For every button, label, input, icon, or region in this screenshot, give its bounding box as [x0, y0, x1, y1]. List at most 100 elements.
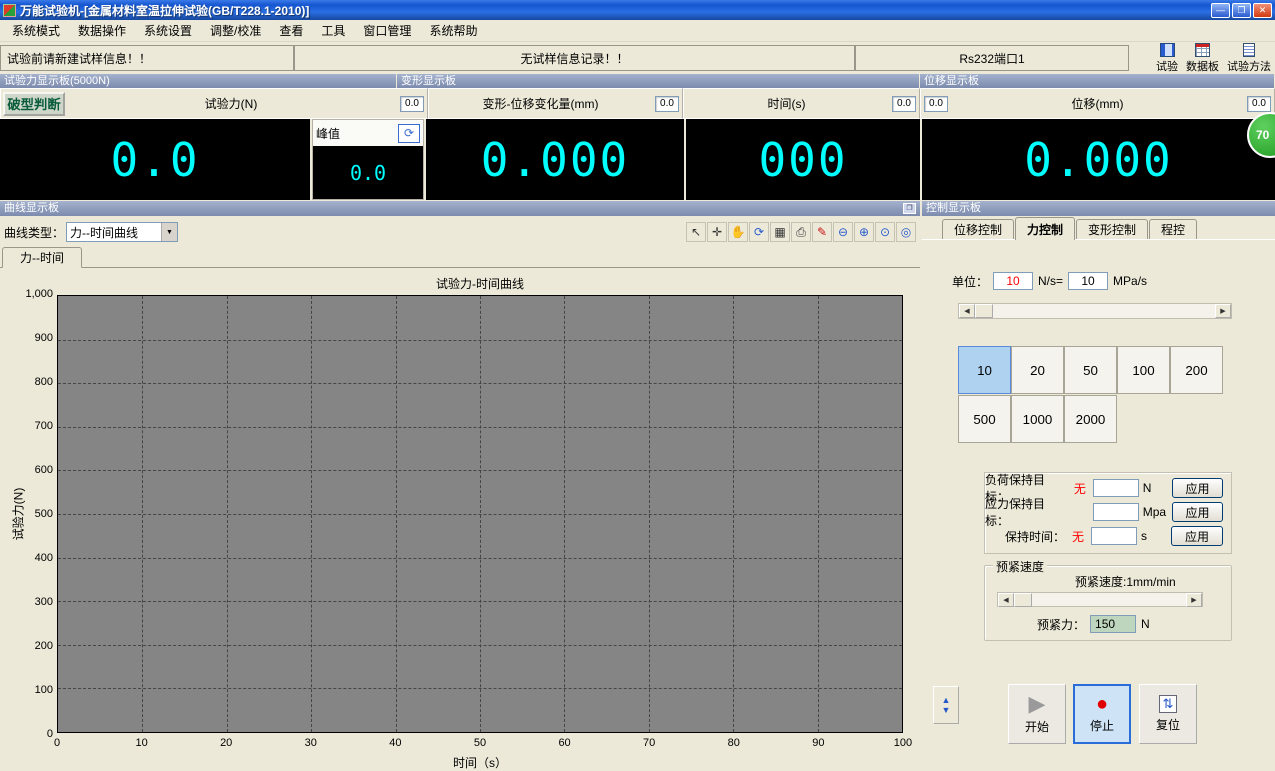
peak-header: 峰值 ⟳ [313, 120, 423, 146]
print-icon[interactable]: ⎙ [791, 222, 811, 242]
app-icon [3, 4, 16, 17]
tab-force-control[interactable]: 力控制 [1015, 217, 1075, 240]
toolbar-right: 试验 数据板 试验方法 [1129, 43, 1275, 74]
stop-button[interactable]: ● 停止 [1073, 684, 1131, 744]
chart-x-axis-label: 时间（s） [57, 754, 903, 771]
time-label: 时间(s) [684, 95, 889, 112]
curve-type-select[interactable]: 力--时间曲线 ▼ [66, 222, 178, 242]
displacement-small-left: 0.0 [924, 96, 948, 112]
zoom-in-icon[interactable]: ⊕ [854, 222, 874, 242]
close-button[interactable]: ✕ [1253, 3, 1272, 18]
speed-button[interactable]: 50 [1064, 346, 1117, 394]
peak-refresh-icon[interactable]: ⟳ [398, 124, 420, 143]
test-button[interactable]: 试验 [1156, 43, 1178, 74]
minimize-button[interactable]: — [1211, 3, 1230, 18]
chart-title: 试验力-时间曲线 [57, 275, 903, 292]
hold-time-apply-button[interactable]: 应用 [1171, 526, 1223, 546]
tab-force-time-curve[interactable]: 力--时间 [2, 247, 82, 268]
speed-button[interactable]: 500 [958, 395, 1011, 443]
speed-button[interactable]: 1000 [1011, 395, 1064, 443]
speed-grid: 10 20 50 100 200 500 1000 2000 [958, 346, 1228, 444]
scroll-left-icon[interactable]: ◀ [959, 304, 975, 318]
curve-panel-header: 曲线显示板 ❐ [0, 201, 920, 216]
load-hold-flag: 无 [1071, 480, 1089, 497]
tab-program-control[interactable]: 程控 [1149, 219, 1197, 239]
zoom-reset-icon[interactable]: ◎ [896, 222, 916, 242]
y-tick: 400 [35, 552, 53, 564]
scroll-left-icon[interactable]: ◀ [998, 593, 1014, 607]
menu-data-operation[interactable]: 数据操作 [69, 19, 135, 42]
y-tick: 900 [35, 332, 53, 344]
speed-mpa-input[interactable] [1068, 272, 1108, 290]
scroll-track[interactable] [993, 304, 1215, 318]
peak-label: 峰值 [316, 125, 340, 142]
save-icon[interactable]: ▦ [770, 222, 790, 242]
menu-system-help[interactable]: 系统帮助 [420, 19, 486, 42]
hold-time-row: 保持时间： 无 s 应用 [985, 525, 1223, 547]
scroll-thumb[interactable] [975, 304, 993, 318]
menu-window-manage[interactable]: 窗口管理 [354, 19, 420, 42]
menu-bar: 系统模式 数据操作 系统设置 调整/校准 查看 工具 窗口管理 系统帮助 [0, 20, 1275, 42]
force-led-display: 0.0 [0, 119, 310, 200]
pan-icon[interactable]: ✋ [728, 222, 748, 242]
databoard-button[interactable]: 数据板 [1186, 43, 1219, 74]
scroll-thumb[interactable] [1014, 593, 1032, 607]
x-tick: 100 [888, 737, 918, 749]
zoom-out-icon[interactable]: ⊖ [833, 222, 853, 242]
stress-hold-apply-button[interactable]: 应用 [1172, 502, 1223, 522]
crosshead-jog-button[interactable]: ▲ ▼ [933, 686, 959, 724]
deform-readout-section: 变形-位移变化量(mm) 0.0 [428, 88, 683, 119]
test-method-icon [1243, 43, 1255, 57]
preload-group: 预紧速度 预紧速度:1mm/min ◀ ▶ 预紧力： N [984, 565, 1232, 641]
menu-system-settings[interactable]: 系统设置 [135, 19, 201, 42]
panel-restore-icon[interactable]: ❐ [903, 203, 916, 214]
speed-button[interactable]: 10 [958, 346, 1011, 394]
spin-down-icon: ▼ [942, 705, 951, 715]
chart-plot-area[interactable] [57, 295, 903, 733]
speed-button[interactable]: 100 [1117, 346, 1170, 394]
speed-button[interactable]: 200 [1170, 346, 1223, 394]
test-icon [1160, 43, 1175, 57]
menu-tools[interactable]: 工具 [312, 19, 354, 42]
scroll-track[interactable] [1032, 593, 1186, 606]
tab-deform-control[interactable]: 变形控制 [1076, 219, 1148, 239]
x-tick: 40 [380, 737, 410, 749]
x-tick: 20 [211, 737, 241, 749]
y-tick: 500 [35, 508, 53, 520]
load-hold-input[interactable] [1093, 479, 1139, 497]
title-bar: 万能试验机-[金属材料室温拉伸试验(GB/T228.1-2010)] — ❐ ✕ [0, 0, 1275, 20]
curve-panel-title: 曲线显示板 [4, 201, 59, 216]
zoom-area-icon[interactable]: ⊙ [875, 222, 895, 242]
move-icon[interactable]: ✛ [707, 222, 727, 242]
stress-hold-input[interactable] [1093, 503, 1139, 521]
chevron-down-icon[interactable]: ▼ [161, 223, 177, 241]
chart-toolbar: ↖ ✛ ✋ ⟳ ▦ ⎙ ✎ ⊖ ⊕ ⊙ ◎ [686, 222, 916, 242]
displacement-panel-header: 位移显示板 [920, 74, 1275, 88]
scroll-right-icon[interactable]: ▶ [1186, 593, 1202, 607]
speed-unit-input[interactable] [993, 272, 1033, 290]
select-icon[interactable]: ↖ [686, 222, 706, 242]
test-method-button[interactable]: 试验方法 [1227, 43, 1271, 74]
x-tick: 80 [719, 737, 749, 749]
scroll-right-icon[interactable]: ▶ [1215, 304, 1231, 318]
menu-system-mode[interactable]: 系统模式 [3, 19, 69, 42]
reset-icon: ⇅ [1159, 695, 1177, 713]
preload-force-input[interactable] [1090, 615, 1136, 633]
load-hold-apply-button[interactable]: 应用 [1172, 478, 1223, 498]
start-button[interactable]: ▶ 开始 [1008, 684, 1066, 744]
speed-button[interactable]: 20 [1011, 346, 1064, 394]
x-tick: 70 [634, 737, 664, 749]
hold-time-input[interactable] [1091, 527, 1137, 545]
preload-scrollbar[interactable]: ◀ ▶ [997, 592, 1203, 607]
menu-adjust-calibrate[interactable]: 调整/校准 [201, 19, 270, 42]
menu-view[interactable]: 查看 [270, 19, 312, 42]
restore-button[interactable]: ❐ [1232, 3, 1251, 18]
refresh-icon[interactable]: ⟳ [749, 222, 769, 242]
reset-button[interactable]: ⇅ 复位 [1139, 684, 1197, 744]
break-judge-button[interactable]: 破型判断 [3, 92, 65, 116]
speed-button[interactable]: 2000 [1064, 395, 1117, 443]
speed-scrollbar[interactable]: ◀ ▶ [958, 303, 1232, 319]
displacement-led-display: 0.000 [922, 119, 1275, 200]
tab-displacement-control[interactable]: 位移控制 [942, 219, 1014, 239]
pencil-icon[interactable]: ✎ [812, 222, 832, 242]
